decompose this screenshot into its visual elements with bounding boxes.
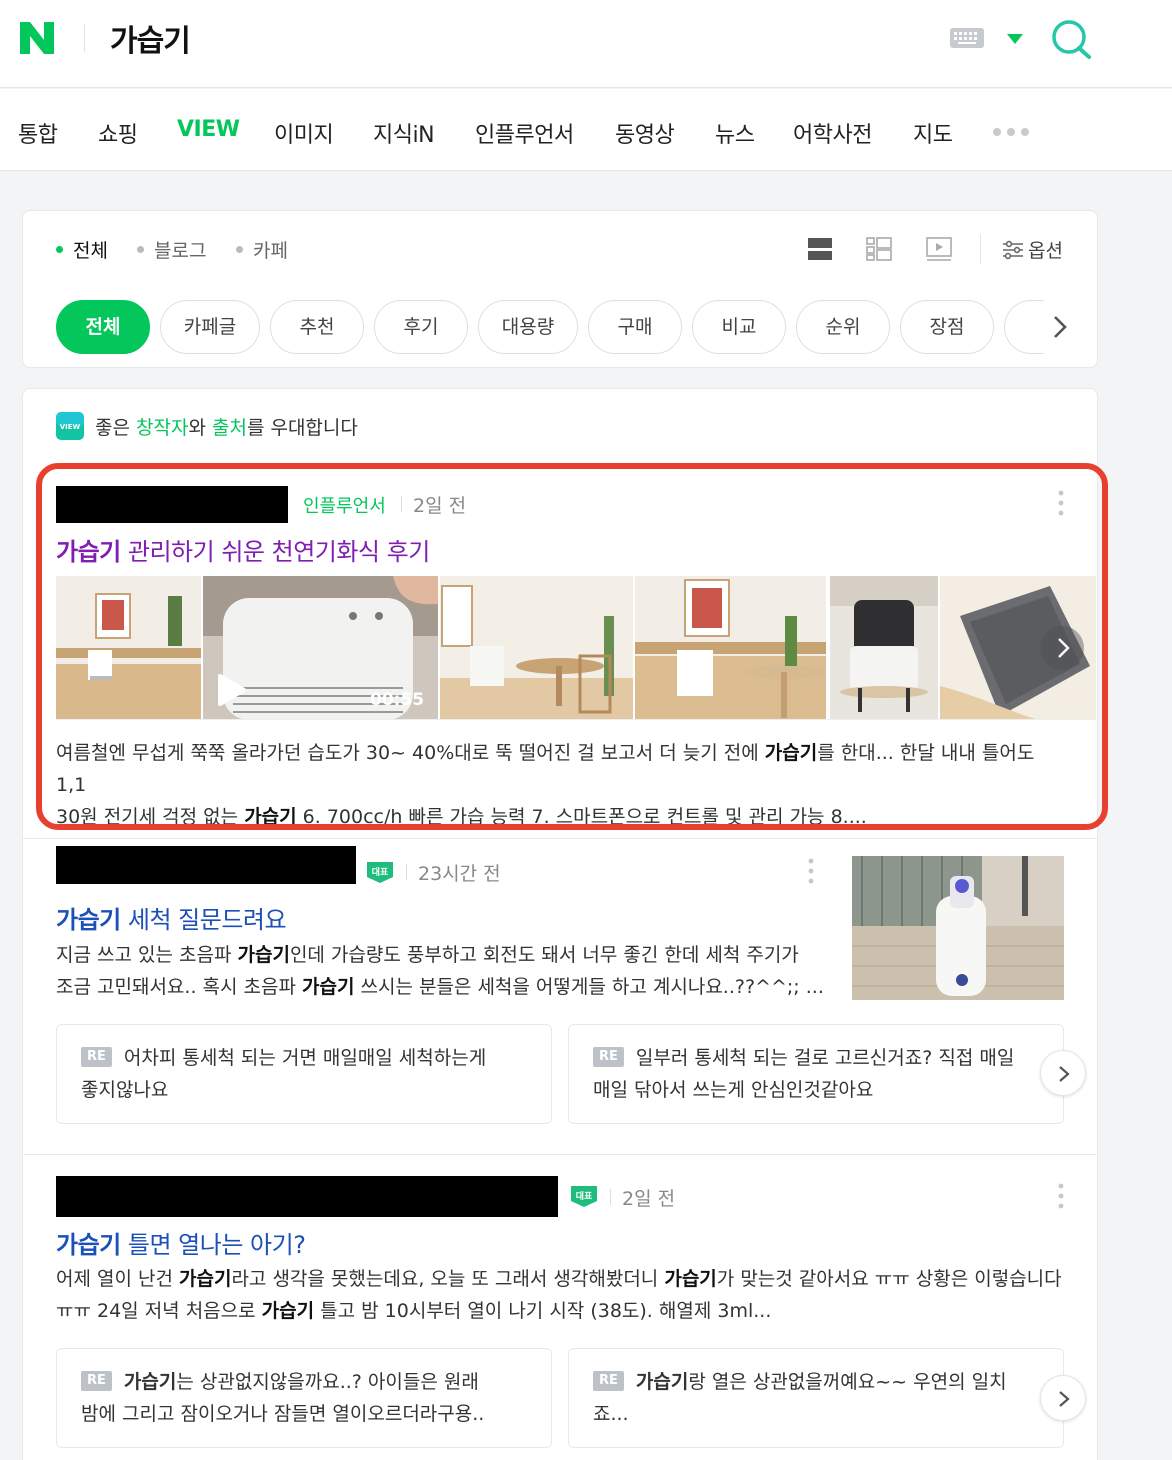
- author-name-redacted: [56, 1176, 558, 1217]
- dot: [137, 246, 144, 253]
- result-description: 어제 열이 난건 가습기라고 생각을 못했는데요, 오늘 또 그래서 생각해봤더…: [56, 1268, 1062, 1322]
- keyword-highlight: 가습기: [123, 1371, 177, 1393]
- chip-compare[interactable]: 비교: [692, 300, 786, 354]
- chip-cafe-posts[interactable]: 카페글: [160, 300, 260, 354]
- view-badge-icon: VIEW: [56, 412, 84, 440]
- keyword-highlight: 가습기: [179, 1268, 232, 1290]
- tab-integrated[interactable]: 통합: [18, 117, 58, 149]
- search-header: 가습기: [0, 0, 1172, 88]
- subtab-cafe[interactable]: 카페: [236, 236, 288, 263]
- keyword-highlight: 가습기: [664, 1268, 717, 1290]
- meta-divider: [406, 864, 407, 880]
- chip-advantages[interactable]: 장점: [900, 300, 994, 354]
- reply-tag: RE: [81, 1370, 112, 1391]
- title-text: 틀면 열나는 아기?: [120, 1231, 306, 1259]
- result-divider: [22, 838, 1098, 839]
- tab-news[interactable]: 뉴스: [715, 117, 755, 149]
- reply-text: RE 일부러 통세척 되는 걸로 고르신거죠? 직접 매일 매일 닦아서 쓰는게 안…: [593, 1046, 1015, 1101]
- subtab-label: 블로그: [154, 240, 207, 262]
- more-options-icon[interactable]: [1058, 1183, 1064, 1209]
- result-thumbnail[interactable]: [852, 856, 1064, 1000]
- tab-shopping[interactable]: 쇼핑: [98, 117, 138, 149]
- post-time: 23시간 전: [418, 863, 501, 885]
- keyboard-icon[interactable]: [950, 28, 984, 48]
- list-view-icon[interactable]: [806, 236, 834, 262]
- keyword-highlight: 가습기: [302, 976, 355, 998]
- chevron-right-icon: [1059, 1066, 1070, 1082]
- reply-text: RE 가습기는 상관없지않을까요..? 아이들은 원래 밤에 그리고 잠이오거나 잠…: [81, 1370, 485, 1425]
- notice-link-creator[interactable]: 창작자: [136, 417, 188, 439]
- creator-notice: 좋은 창작자와 출처를 우대합니다: [95, 413, 358, 440]
- chevron-right-icon[interactable]: [1046, 312, 1074, 342]
- video-view-icon[interactable]: [925, 236, 953, 262]
- result-description: 지금 쓰고 있는 초음파 가습기인데 가습량도 풍부하고 회전도 돼서 너무 좋…: [56, 944, 824, 998]
- replies-next-button[interactable]: [1040, 1375, 1086, 1421]
- vertical-tab-bar: 통합 쇼핑 VIEW 이미지 지식iN 인플루언서 동영상 뉴스 어학사전 지도: [0, 89, 1172, 171]
- reply-text: RE 어차피 통세척 되는 거면 매일매일 세척하는게 좋지않나요: [81, 1046, 487, 1101]
- chip-all[interactable]: 전체: [56, 300, 150, 354]
- toolbar-divider: [980, 234, 981, 264]
- notice-text: 좋은: [95, 417, 136, 439]
- tab-map[interactable]: 지도: [913, 117, 953, 149]
- notice-text: 와: [188, 417, 212, 439]
- search-query[interactable]: 가습기: [110, 16, 191, 60]
- notice-text: 를 우대합니다: [246, 417, 358, 439]
- badge-label: 대표: [576, 1190, 593, 1202]
- reply-tag: RE: [593, 1046, 624, 1067]
- options-label: 옵션: [1028, 240, 1063, 262]
- result-divider: [22, 1154, 1098, 1155]
- thumbnail-list-icon[interactable]: [865, 236, 893, 262]
- reply-text: RE 가습기랑 열은 상관없을꺼예요~~ 우연의 일치 죠...: [593, 1370, 1007, 1425]
- title-keyword: 가습기: [56, 906, 121, 934]
- search-icon[interactable]: [1050, 18, 1094, 60]
- chip-review[interactable]: 후기: [374, 300, 468, 354]
- caret-down-icon[interactable]: [1006, 33, 1024, 45]
- tab-dictionary[interactable]: 어학사전: [793, 117, 872, 149]
- subtab-all[interactable]: 전체: [56, 236, 108, 263]
- naver-logo[interactable]: [18, 20, 56, 56]
- title-keyword: 가습기: [56, 1231, 121, 1259]
- chip-purchase[interactable]: 구매: [588, 300, 682, 354]
- title-text: 세척 질문드려요: [120, 906, 287, 934]
- tab-influencer[interactable]: 인플루언서: [475, 117, 574, 149]
- notice-link-source[interactable]: 출처: [212, 417, 247, 439]
- subtab-blog[interactable]: 블로그: [137, 236, 206, 263]
- meta-divider: [610, 1189, 611, 1205]
- author-name-redacted: [56, 846, 356, 884]
- keyword-highlight: 가습기: [635, 1371, 689, 1393]
- keyword-highlight: 가습기: [261, 1300, 315, 1322]
- tab-images[interactable]: 이미지: [274, 117, 334, 149]
- active-dot: [56, 246, 63, 253]
- subtab-label: 전체: [73, 240, 108, 262]
- svg-text:VIEW: VIEW: [60, 423, 81, 431]
- options-button[interactable]: 옵션: [1002, 236, 1063, 263]
- result-title-link[interactable]: 가습기 세척 질문드려요: [56, 900, 287, 935]
- dot: [236, 246, 243, 253]
- chip-ranking[interactable]: 순위: [796, 300, 890, 354]
- sliders-icon: [1003, 240, 1023, 259]
- representative-badge-icon: 대표: [571, 1186, 597, 1207]
- badge-label: 대표: [372, 866, 389, 878]
- result-title-link[interactable]: 가습기 틀면 열나는 아기?: [56, 1225, 306, 1260]
- tab-knowledge-in[interactable]: 지식iN: [373, 117, 435, 149]
- more-tabs-icon[interactable]: [992, 127, 1032, 137]
- reply-tag: RE: [593, 1370, 624, 1391]
- chip-recommend[interactable]: 추천: [270, 300, 364, 354]
- post-time: 2일 전: [622, 1188, 676, 1210]
- reply-tag: RE: [81, 1046, 112, 1067]
- replies-next-button[interactable]: [1040, 1050, 1086, 1096]
- tab-video[interactable]: 동영상: [615, 117, 675, 149]
- chip-large-capacity[interactable]: 대용량: [478, 300, 578, 354]
- representative-badge-icon: 대표: [367, 862, 393, 883]
- more-options-icon[interactable]: [808, 858, 814, 884]
- header-divider: [84, 24, 85, 52]
- tab-view[interactable]: VIEW: [177, 117, 240, 142]
- highlight-annotation-box: [36, 463, 1108, 830]
- chevron-right-icon: [1059, 1391, 1070, 1407]
- keyword-highlight: 가습기: [237, 944, 290, 966]
- subtab-label: 카페: [253, 240, 288, 262]
